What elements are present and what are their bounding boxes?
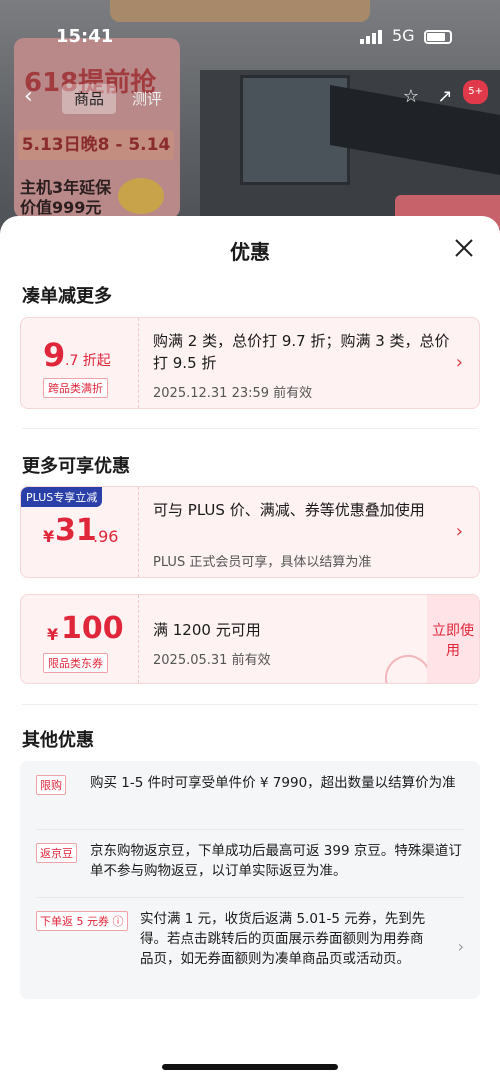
message-badge: 5+ xyxy=(463,80,488,104)
discount-decimal: .96 xyxy=(93,527,119,546)
coupon-condition: 满 1200 元可用 xyxy=(153,621,261,639)
promo-ad-date: 5.13日晚8 - 5.14 xyxy=(18,130,174,160)
coupon-expiry: 2025.12.31 23:59 前有效 xyxy=(153,386,313,401)
status-time: 15:41 xyxy=(56,26,114,47)
network-type: 5G xyxy=(392,26,415,45)
coupon-description: 可与 PLUS 价、满减、券等优惠叠加使用 xyxy=(153,501,425,519)
discount-amount: 31 xyxy=(55,513,97,548)
coupon-expiry: 2025.05.31 前有效 xyxy=(153,653,271,668)
use-now-button[interactable]: 立即使用 xyxy=(427,595,479,683)
list-item-order-coupon[interactable]: 下单返 5 元券 ⓘ 实付满 1 元，收货后返满 5.01-5 元券，先到先得。… xyxy=(36,911,464,991)
chevron-right-icon[interactable]: › xyxy=(458,937,464,956)
coupon-value-area: PLUS专享立减 ¥ 31 .96 xyxy=(21,487,139,577)
currency-symbol: ¥ xyxy=(47,625,59,644)
other-offers-list: 限购 购买 1-5 件时可享受单件价 ¥ 7990，超出数量以结算价为准 返京豆… xyxy=(20,761,480,999)
offer-text: 京东购物返京豆，下单成功后最高可返 399 京豆。特殊渠道订单不参与购物返豆，以… xyxy=(90,843,462,879)
offer-text: 购买 1-5 件时可享受单件价 ¥ 7990，超出数量以结算价为准 xyxy=(90,775,456,791)
tab-review[interactable]: 测评 xyxy=(120,84,174,114)
offer-text: 实付满 1 元，收货后返满 5.01-5 元券，先到先得。若点击跳转后的页面展示… xyxy=(140,911,426,967)
status-bar: 15:41 5G xyxy=(0,24,500,52)
coupon-type-tag: 跨品类满折 xyxy=(43,378,108,398)
coupon-detail-area: 购满 2 类，总价打 9.7 折；购满 3 类，总价打 9.5 折 2025.1… xyxy=(153,318,450,408)
tab-product[interactable]: 商品 xyxy=(62,84,117,114)
list-item-jd-beans: 返京豆 京东购物返京豆，下单成功后最高可返 399 京豆。特殊渠道订单不参与购物… xyxy=(36,843,464,889)
share-icon[interactable]: ↗ xyxy=(434,86,456,108)
warranty-seal-icon xyxy=(118,178,164,214)
coupon-note: PLUS 正式会员可享，具体以结算为准 xyxy=(153,555,372,570)
coupon-description: 购满 2 类，总价打 9.7 折；购满 3 类，总价打 9.5 折 xyxy=(153,332,450,372)
sheet-header: 优惠 xyxy=(0,216,500,280)
plus-badge: PLUS专享立减 xyxy=(21,487,103,507)
home-indicator[interactable] xyxy=(162,1064,338,1070)
offer-tag: 返京豆 xyxy=(36,843,77,863)
bundle-discount-coupon[interactable]: 9 .7 折起 跨品类满折 购满 2 类，总价打 9.7 折；购满 3 类，总价… xyxy=(20,317,480,409)
promotions-sheet: 优惠 凑单减更多 9 .7 折起 跨品类满折 购满 2 类，总价打 9.7 折；… xyxy=(0,216,500,1083)
section-title-other-offers: 其他优惠 xyxy=(22,730,94,751)
coupon-detail-area: 可与 PLUS 价、满减、券等优惠叠加使用 PLUS 正式会员可享，具体以结算为… xyxy=(153,487,439,577)
section-title-bundle: 凑单减更多 xyxy=(22,286,112,307)
section-divider xyxy=(22,704,478,705)
chevron-right-icon[interactable]: › xyxy=(456,353,463,373)
section-divider xyxy=(22,428,478,429)
battery-icon xyxy=(424,30,452,44)
product-nav-bar: ‹ 商品 测评 ☆ ↗ ⋯5+ xyxy=(0,80,500,114)
promo-ad-text: 主机3年延保 价值999元 xyxy=(20,178,112,217)
discount-value: 9 xyxy=(43,336,66,374)
list-item-purchase-limit: 限购 购买 1-5 件时可享受单件价 ¥ 7990，超出数量以结算价为准 xyxy=(36,775,464,821)
plus-discount-coupon[interactable]: PLUS专享立减 ¥ 31 .96 可与 PLUS 价、满减、券等优惠叠加使用 … xyxy=(20,486,480,578)
signal-icon xyxy=(360,30,382,44)
offer-tag: 下单返 5 元券 ⓘ xyxy=(36,911,128,931)
nav-actions: ☆ ↗ ⋯5+ xyxy=(400,80,490,108)
discount-suffix: .7 折起 xyxy=(65,353,111,369)
list-separator xyxy=(36,897,464,898)
close-icon[interactable] xyxy=(452,236,476,260)
back-icon[interactable]: ‹ xyxy=(24,84,33,109)
offer-tag: 限购 xyxy=(36,775,66,795)
coupon-type-tag: 限品类东券 xyxy=(43,653,108,673)
chevron-right-icon[interactable]: › xyxy=(456,522,463,542)
currency-symbol: ¥ xyxy=(43,527,55,546)
brand-banner xyxy=(110,0,370,22)
more-icon[interactable]: ⋯5+ xyxy=(463,80,490,108)
sheet-title: 优惠 xyxy=(230,240,270,264)
jd-coupon: ¥ 100 限品类东券 满 1200 元可用 2025.05.31 前有效 立即… xyxy=(20,594,480,684)
section-title-more-offers: 更多可享优惠 xyxy=(22,456,130,477)
coupon-amount: 100 xyxy=(61,611,124,646)
coupon-value-area: ¥ 100 限品类东券 xyxy=(21,595,139,683)
coupon-value-area: 9 .7 折起 跨品类满折 xyxy=(21,318,139,408)
list-separator xyxy=(36,829,464,830)
star-icon[interactable]: ☆ xyxy=(400,86,422,108)
